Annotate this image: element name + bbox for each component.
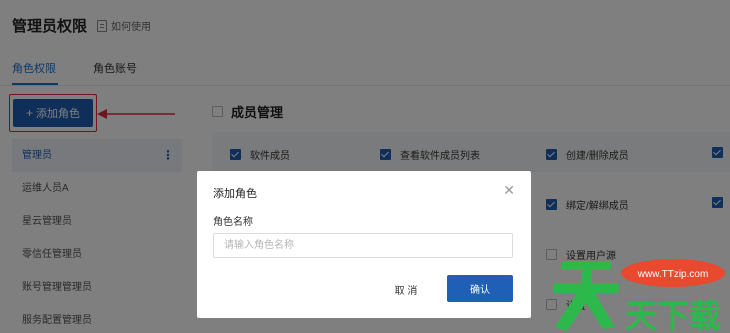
close-icon[interactable]: ✕ <box>503 182 515 199</box>
watermark-text: 天下载 <box>625 297 721 333</box>
watermark-badge: www.TTzip.com <box>637 269 709 280</box>
dialog-title: 添加角色 <box>213 188 257 200</box>
role-name-input[interactable] <box>213 233 513 258</box>
role-name-label: 角色名称 <box>213 217 253 228</box>
watermark-logo: www.TTzip.com 天下载 <box>553 259 725 333</box>
cancel-button[interactable]: 取 消 <box>387 276 425 302</box>
confirm-button[interactable]: 确认 <box>447 275 513 302</box>
add-role-dialog: 添加角色 ✕ 角色名称 取 消 确认 <box>197 171 531 318</box>
